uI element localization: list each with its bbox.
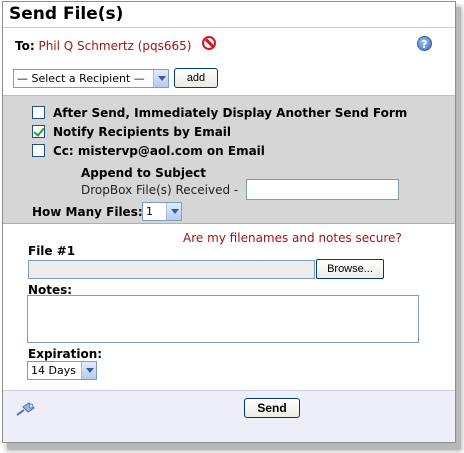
secure-info-link[interactable]: Are my filenames and notes secure? [183,231,402,245]
page-title: Send File(s) [9,4,124,24]
how-many-files-select[interactable]: 1 [142,202,182,221]
option-label-notify-email: Notify Recipients by Email [53,125,232,139]
append-subject-input[interactable] [246,179,399,200]
attach-pin-icon[interactable] [15,401,37,417]
expiration-value: 14 Days [31,364,76,377]
recipient-select[interactable]: — Select a Recipient — [13,69,169,88]
send-files-panel: Send File(s) To: Phil Q Schmertz (pqs665… [2,1,456,443]
chevron-down-icon[interactable] [166,203,181,220]
option-checkbox-notify-email[interactable] [32,125,45,138]
append-subject-label: DropBox File(s) Received - [81,183,239,197]
to-row: To: Phil Q Schmertz (pqs665) [15,39,191,53]
help-icon[interactable]: ? [417,36,432,51]
footer-bar [3,390,455,442]
option-checkbox-another-form[interactable] [32,106,45,119]
send-button[interactable]: Send [244,398,300,418]
file-label: File #1 [28,244,76,258]
how-many-files-label: How Many Files: [32,205,143,219]
how-many-files-value: 1 [146,205,153,218]
title-divider [3,27,455,28]
expiration-label: Expiration: [28,347,103,361]
browse-button[interactable]: Browse... [316,259,384,279]
recipient-select-value: — Select a Recipient — [17,72,145,85]
chevron-down-icon[interactable] [81,362,96,379]
add-recipient-button[interactable]: add [174,68,218,88]
file-path-input[interactable] [28,260,315,279]
remove-recipient-icon[interactable] [202,36,216,50]
option-label-another-form: After Send, Immediately Display Another … [53,106,408,120]
to-label: To: [15,39,35,53]
option-label-cc-email: Cc: mistervp@aol.com on Email [53,144,265,158]
append-subject-heading: Append to Subject [81,166,206,180]
notes-textarea[interactable] [27,295,419,343]
option-checkbox-cc-email[interactable] [32,144,45,157]
expiration-select[interactable]: 14 Days [27,361,97,380]
chevron-down-icon[interactable] [153,70,168,87]
recipient-name[interactable]: Phil Q Schmertz (pqs665) [38,39,191,53]
